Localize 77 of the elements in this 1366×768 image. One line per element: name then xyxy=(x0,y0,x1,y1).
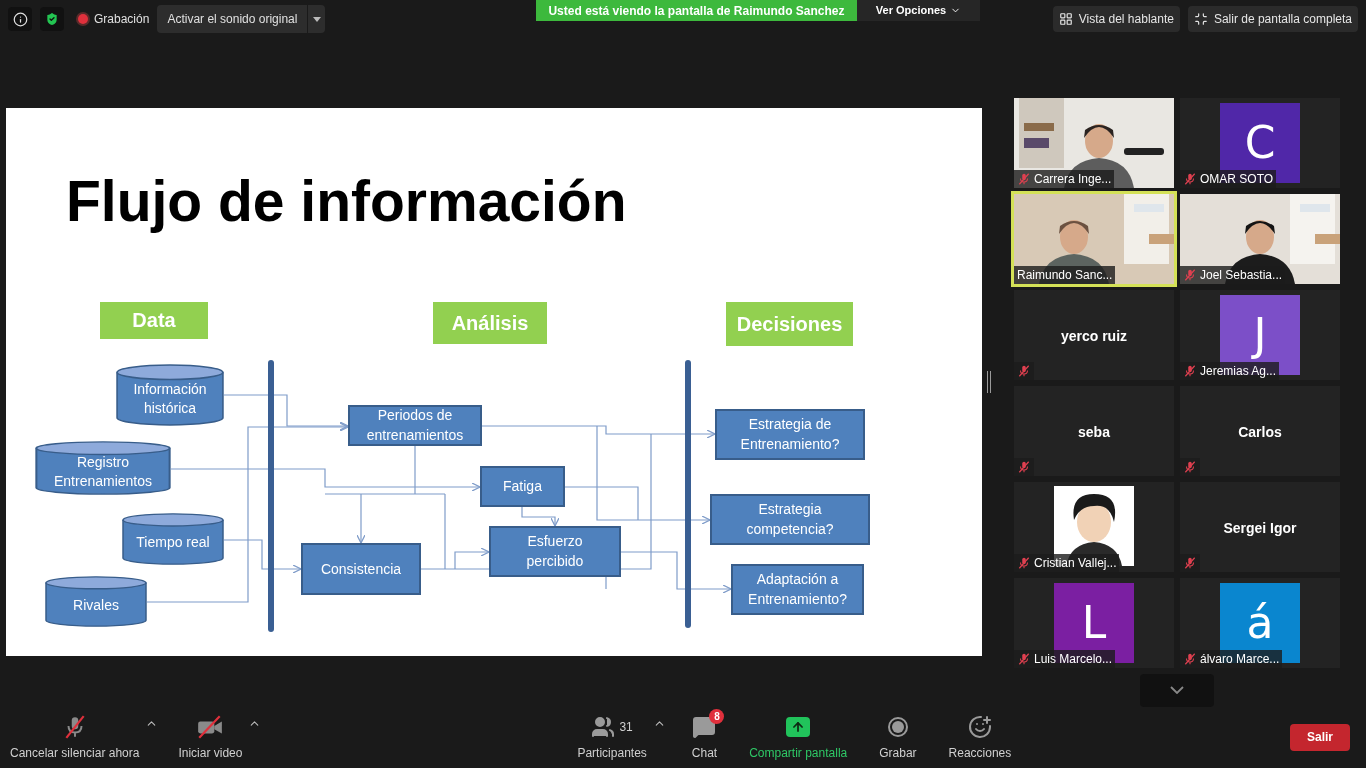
participant-name: Carrera Inge... xyxy=(1034,170,1112,188)
participant-name: Raimundo Sanc... xyxy=(1017,266,1113,284)
database-node: Tiempo real xyxy=(122,512,224,565)
video-tile[interactable]: L Luis Marcelo... xyxy=(1014,577,1174,668)
caret-icon xyxy=(312,16,321,22)
resize-handle-icon[interactable] xyxy=(987,370,991,393)
participants-icon xyxy=(591,714,616,739)
encryption-button[interactable] xyxy=(40,7,64,32)
video-tile[interactable]: seba xyxy=(1014,385,1174,476)
participant-name: Sergei Igor xyxy=(1222,518,1298,538)
participant-name: Carlos xyxy=(1237,422,1283,442)
participant-name: OMAR SOTO xyxy=(1200,170,1274,188)
process-node: Estrategia competencia? xyxy=(710,493,870,545)
section-header: Data xyxy=(100,301,208,339)
participant-name: Cristian Vallej... xyxy=(1034,554,1117,572)
participant-name: Jeremias Ag... xyxy=(1200,362,1277,380)
database-node: Rivales xyxy=(45,575,147,627)
toolbar-button[interactable]: Grabar xyxy=(873,712,923,762)
speaker-view-button[interactable]: Vista del hablante xyxy=(1052,6,1180,33)
participant-name: Luis Marcelo... xyxy=(1034,650,1113,668)
muted-mic-icon xyxy=(1183,267,1197,282)
grid-icon xyxy=(1058,12,1073,27)
participant-count: 31 xyxy=(619,718,633,736)
exit-fullscreen-button[interactable]: Salir de pantalla completa xyxy=(1187,6,1358,33)
video-tile[interactable]: á álvaro Marce... xyxy=(1180,577,1340,668)
participant-name: Joel Sebastia... xyxy=(1200,266,1283,284)
unread-badge: 8 xyxy=(709,708,725,724)
connector-arrow xyxy=(521,506,560,527)
toolbar-button[interactable]: Reacciones xyxy=(942,712,1018,762)
process-node: Fatiga xyxy=(480,465,565,507)
video-tile[interactable]: yerco ruiz xyxy=(1014,289,1174,380)
video-tile[interactable]: Sergei Igor xyxy=(1180,481,1340,572)
process-node: Adaptación a Entrenamiento? xyxy=(731,563,864,615)
meeting-info-button[interactable] xyxy=(8,7,32,32)
info-icon xyxy=(12,11,28,27)
connector-line xyxy=(605,576,607,590)
reactions-icon xyxy=(967,714,992,739)
slide-title: Flujo de información xyxy=(66,167,627,235)
participant-name: yerco ruiz xyxy=(1059,326,1129,346)
muted-mic-icon xyxy=(1183,363,1197,378)
connector-arrow xyxy=(454,547,490,570)
video-tile[interactable]: J Jeremias Ag... xyxy=(1180,289,1340,380)
section-header: Decisiones xyxy=(726,301,853,346)
video-tile[interactable]: Carlos xyxy=(1180,385,1340,476)
database-node: Registro Entrenamientos xyxy=(35,440,171,495)
video-off-icon xyxy=(196,713,225,740)
share-screen-icon xyxy=(786,716,811,737)
video-tile[interactable]: Raimundo Sanc... xyxy=(1014,193,1174,284)
toolbar-button[interactable]: Iniciar video xyxy=(172,712,249,762)
muted-mic-icon xyxy=(1183,171,1197,186)
video-tile[interactable]: Joel Sebastia... xyxy=(1180,193,1340,284)
muted-mic-icon xyxy=(1017,171,1031,186)
chevron-down-icon xyxy=(1170,686,1184,695)
database-node: Información histórica xyxy=(116,363,224,426)
recording-label: Grabación xyxy=(94,11,150,29)
process-node: Estrategia de Entrenamiento? xyxy=(715,408,865,460)
view-options-button[interactable]: Ver Opciones xyxy=(857,0,980,21)
share-banner: Usted está viendo la pantalla de Raimundo Sanchez xyxy=(536,0,857,21)
participant-name: álvaro Marce... xyxy=(1200,650,1280,668)
section-header: Análisis xyxy=(433,301,547,344)
leave-button[interactable]: Salir xyxy=(1290,723,1350,751)
process-node: Periodos de entrenamientos xyxy=(348,404,482,446)
process-node: Esfuerzo percibido xyxy=(489,525,621,577)
shield-icon xyxy=(44,11,60,28)
process-node: Consistencia xyxy=(301,542,421,595)
muted-mic-icon xyxy=(1017,555,1031,570)
participant-name: seba xyxy=(1077,422,1111,442)
toolbar-button[interactable]: 31 Participantes xyxy=(571,712,653,762)
video-tile[interactable]: Cristian Vallej... xyxy=(1014,481,1174,572)
exit-fullscreen-icon xyxy=(1193,12,1208,27)
video-tile[interactable]: Carrera Inge... xyxy=(1014,97,1174,188)
muted-mic-icon xyxy=(1183,651,1197,666)
record-icon xyxy=(887,716,908,737)
video-tile[interactable]: C OMAR SOTO xyxy=(1180,97,1340,188)
muted-mic-icon xyxy=(1017,651,1031,666)
toolbar-button[interactable]: Compartir pantalla xyxy=(743,712,854,762)
toolbar-button[interactable]: Cancelar silenciar ahora xyxy=(4,712,146,762)
